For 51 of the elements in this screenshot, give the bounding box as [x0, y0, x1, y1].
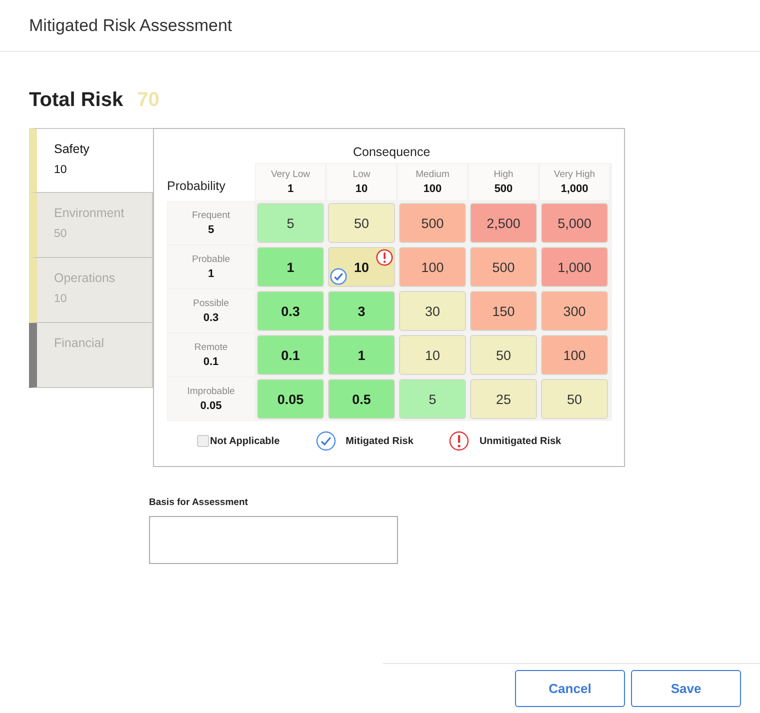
risk-cell[interactable]: 500	[399, 203, 466, 243]
mitigated-risk-label: Mitigated Risk	[346, 436, 414, 446]
risk-cell[interactable]: 50	[470, 335, 537, 375]
risk-cell[interactable]: 0.3	[257, 291, 324, 331]
row-header: Improbable 0.05	[168, 378, 254, 420]
save-button[interactable]: Save	[631, 670, 741, 707]
risk-cell[interactable]: 300	[541, 291, 608, 331]
risk-cell[interactable]: 100	[399, 247, 466, 287]
row-header: Remote 0.1	[168, 334, 254, 376]
risk-cell[interactable]: 500	[470, 247, 537, 287]
column-header: High 500	[469, 164, 538, 200]
risk-cell[interactable]: 5,000	[541, 203, 608, 243]
risk-cell[interactable]: 50	[541, 379, 608, 419]
risk-cell[interactable]: 0.5	[328, 379, 395, 419]
not-applicable-label: Not Applicable	[210, 436, 280, 446]
basis-field[interactable]	[149, 516, 398, 564]
basis-label: Basis for Assessment	[149, 497, 249, 508]
unmitigated-risk-label: Unmitigated Risk	[479, 436, 562, 446]
risk-cell[interactable]: 3	[328, 291, 395, 331]
exclamation-circle-icon	[449, 431, 470, 451]
risk-cell[interactable]: 100	[541, 335, 608, 375]
risk-cell[interactable]: 2,500	[470, 203, 537, 243]
row-header: Possible 0.3	[168, 290, 254, 332]
total-risk-label: Total Risk	[29, 88, 124, 112]
total-risk-value: 70	[137, 88, 160, 112]
category-tab[interactable]: Safety 10	[29, 128, 153, 193]
risk-cell[interactable]: 25	[470, 379, 537, 419]
risk-cell[interactable]: 1	[257, 247, 324, 287]
risk-cell[interactable]: 150	[470, 291, 537, 331]
dialog-title: Mitigated Risk Assessment	[29, 16, 232, 36]
consequence-label: Consequence	[353, 145, 430, 159]
risk-cell[interactable]: 5	[257, 203, 324, 243]
risk-cell[interactable]: 1	[328, 335, 395, 375]
probability-label: Probability	[167, 179, 226, 193]
row-header: Frequent 5	[168, 202, 254, 244]
cancel-button[interactable]: Cancel	[515, 670, 625, 707]
risk-cell[interactable]: 5	[399, 379, 466, 419]
check-circle-icon	[316, 431, 336, 451]
column-header: Very Low 1	[256, 164, 325, 200]
row-header: Probable 1	[168, 246, 254, 288]
risk-cell[interactable]: 0.1	[257, 335, 324, 375]
risk-cell[interactable]: 1,000	[541, 247, 608, 287]
column-header: Low 10	[327, 164, 396, 200]
risk-cell[interactable]: 50	[328, 203, 395, 243]
column-header: Very High 1,000	[540, 164, 609, 200]
risk-cell[interactable]: 0.05	[257, 379, 324, 419]
risk-cell[interactable]: 30	[399, 291, 466, 331]
risk-cell[interactable]: 10	[399, 335, 466, 375]
column-header: Medium 100	[398, 164, 467, 200]
risk-cell[interactable]: 10	[328, 247, 395, 287]
not-applicable-checkbox[interactable]	[197, 435, 209, 447]
